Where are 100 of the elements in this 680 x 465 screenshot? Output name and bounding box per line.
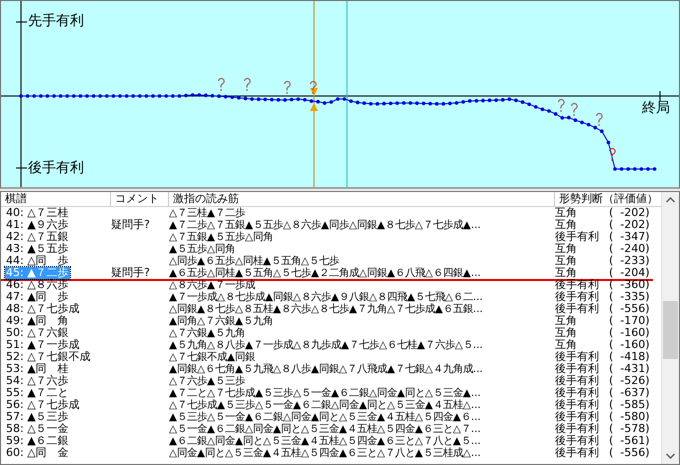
column-header[interactable]: 棋譜 bbox=[1, 192, 111, 207]
move-cell[interactable]: 51: ▲７一歩成 bbox=[5, 338, 81, 351]
variation-cell: △７三桂▲７二歩 bbox=[169, 206, 245, 219]
evaluation-value: ( -580) bbox=[609, 410, 650, 423]
move-cell[interactable]: 52: △７七銀不成 bbox=[5, 350, 92, 363]
variation-cell: △同金▲同と△５三金▲４五桂△５四金▲６三と△７八と▲５三桂成△... bbox=[169, 446, 481, 459]
move-cell[interactable]: 47: ▲同 歩 bbox=[5, 290, 70, 303]
table-row[interactable]: 60: △同 金 △同金▲同と△５三金▲４五桂△５四金▲６三と△７八と▲５三桂成△... 後手有利 ( -556) bbox=[1, 446, 661, 459]
table-row[interactable]: 55: ▲７二と ▲７二と△７七歩成▲５三歩△５一金▲６二銀△同金▲同と△５三金▲... 後手有利 ( -637) bbox=[1, 386, 661, 399]
table-row[interactable]: 57: ▲５三歩 ▲５三歩△５一金▲６二銀△同金▲同と△５三金▲４五桂△５四金▲６... 後手有利 ( -580) bbox=[1, 410, 661, 423]
move-cell[interactable]: 60: △同 金 bbox=[5, 446, 70, 459]
comment-cell: 疑問手? bbox=[111, 218, 150, 231]
table-row[interactable]: 40: △７三桂 △７三桂▲７二歩 互角 ( -202) bbox=[1, 206, 661, 219]
question-mark-icon bbox=[218, 78, 225, 91]
move-cell[interactable]: 41: ▲９六歩 bbox=[5, 218, 70, 231]
judgement-cell-text: 互角 bbox=[555, 338, 577, 351]
move-cell[interactable]: 46: △８六歩 bbox=[5, 278, 70, 291]
evaluation-value: ( -233) bbox=[609, 254, 650, 267]
judgement-cell-text: 後手有利 bbox=[555, 434, 600, 447]
comment-cell: 疑問手? bbox=[111, 266, 150, 279]
evaluation-value: ( -160) bbox=[609, 338, 650, 351]
evaluation-value: ( -418) bbox=[609, 350, 650, 363]
table-row[interactable]: 47: ▲同 歩 ▲７一歩成△８七歩成▲同銀△８六歩▲９八銀△８四飛▲５七飛△６二... 後手有利 ( -335) bbox=[1, 290, 661, 303]
variation-cell: ▲５五歩△同角 bbox=[169, 242, 235, 255]
table-row[interactable]: 53: ▲同 桂 ▲同銀△６七角▲５九飛△８八歩▲同銀△７八飛成▲７七銀△４九角成... 後手有利 ( -431) bbox=[1, 362, 661, 375]
column-header[interactable]: 激指の読み筋 bbox=[169, 192, 555, 207]
question-mark-icon bbox=[558, 98, 565, 112]
table-row[interactable]: 44: △同 歩 △同歩▲６五歩△同桂▲５五角△５七歩 互角 ( -233) bbox=[1, 254, 661, 267]
evaluation-value: ( -202) bbox=[609, 218, 650, 231]
evaluation-value: ( -170) bbox=[609, 314, 650, 327]
evaluation-value: ( -637) bbox=[609, 386, 650, 399]
table-row[interactable]: 41: ▲９六歩 疑問手? ▲７二歩△７五銀▲５五歩△８六歩▲同歩△同銀▲８七歩△７七歩成▲... 互角 ( -202) bbox=[1, 218, 661, 231]
question-mark-icon bbox=[608, 148, 616, 161]
variation-cell: △７七銀不成▲同銀 bbox=[169, 350, 255, 363]
variation-cell: △８六歩▲７一歩成 bbox=[169, 278, 255, 291]
move-cell[interactable]: 49: ▲同 角 bbox=[5, 314, 70, 327]
move-cell[interactable]: 50: △７六銀 bbox=[5, 326, 70, 339]
judgement-cell-text: 互角 bbox=[555, 314, 578, 327]
judgement-cell-text: 後手有利 bbox=[555, 350, 600, 363]
judgement-cell-text: 互角 bbox=[555, 242, 578, 255]
scrollbar[interactable] bbox=[661, 192, 679, 464]
judgement-cell-text: 後手有利 bbox=[555, 410, 600, 423]
move-cell[interactable]: 42: △７五銀 bbox=[5, 230, 70, 243]
judgement-cell-text: 互角 bbox=[555, 254, 578, 267]
axis-label: 後手有利 bbox=[28, 160, 84, 176]
table-row[interactable]: 54: △７六歩 △７六歩▲５三歩 後手有利 ( -526) bbox=[1, 374, 661, 387]
move-cell[interactable]: 43: ▲５五歩 bbox=[5, 242, 70, 255]
evaluation-value: ( -347) bbox=[609, 230, 650, 243]
evaluation-value: ( -526) bbox=[609, 374, 650, 387]
variation-cell: △７七歩成▲５三歩△５一金▲６二銀△同金▲同と△５三金▲４五桂△... bbox=[169, 398, 481, 411]
evaluation-value: ( -202) bbox=[609, 206, 650, 219]
table-row[interactable]: 43: ▲５五歩 ▲５五歩△同角 互角 ( -240) bbox=[1, 242, 661, 255]
table-row[interactable]: 51: ▲７一歩成 ▲５九角△８八歩▲７一歩成△８九歩成▲７七歩△６七桂▲７六歩△５... 互角 ( -160) bbox=[1, 338, 661, 351]
evaluation-value: ( -240) bbox=[609, 242, 650, 255]
table-row[interactable]: 52: △７七銀不成 △７七銀不成▲同銀 後手有利 ( -418) bbox=[1, 350, 661, 363]
judgement-cell-text: 互角 bbox=[555, 206, 578, 219]
variation-cell: △同歩▲６五歩△同桂▲５五角△５七歩 bbox=[169, 254, 339, 267]
evaluation-value: ( -335) bbox=[609, 290, 650, 303]
judgement-cell-text: 互角 bbox=[555, 266, 577, 279]
question-mark-icon bbox=[244, 78, 251, 91]
evaluation-value: ( -556) bbox=[609, 302, 650, 315]
move-cell[interactable]: 40: △７三桂 bbox=[5, 206, 70, 219]
move-cell[interactable]: 59: ▲６二銀 bbox=[5, 434, 70, 447]
scrollbar-thumb[interactable] bbox=[663, 300, 678, 359]
variation-cell: ▲同角△７六銀▲５九角 bbox=[169, 314, 273, 327]
table-row[interactable]: 49: ▲同 角 ▲同角△７六銀▲５九角 互角 ( -170) bbox=[1, 314, 661, 327]
column-header[interactable]: 形勢判断（評価値） bbox=[555, 192, 661, 207]
variation-cell: ▲７二歩△７五銀▲５五歩△８六歩▲同歩△同銀▲８七歩△７七歩成▲... bbox=[169, 218, 481, 231]
move-cell[interactable]: 54: △７六歩 bbox=[5, 374, 70, 387]
variation-cell: ▲５三歩△５一金▲６二銀△同金▲同と△５三金▲４五桂△５四金▲６... bbox=[169, 410, 481, 423]
evaluation-value: ( -160) bbox=[609, 326, 650, 339]
judgement-cell-text: 後手有利 bbox=[555, 362, 600, 375]
table-row[interactable]: 50: △７六銀 △７六銀▲５九角 互角 ( -160) bbox=[1, 326, 661, 339]
position-cursor[interactable] bbox=[310, 1, 318, 187]
evaluation-value: ( -431) bbox=[609, 362, 650, 375]
judgement-cell-text: 後手有利 bbox=[555, 230, 600, 243]
question-mark-icon bbox=[310, 80, 317, 94]
table-row[interactable]: 48: △７七歩成 △同銀▲８七歩△８五桂▲８六歩△８七歩▲７九角△７七歩成▲６五銀... 後手有利 ( -556) bbox=[1, 302, 661, 315]
move-cell[interactable]: 48: △７七歩成 bbox=[5, 302, 81, 315]
move-cell[interactable]: 53: ▲同 桂 bbox=[5, 362, 70, 375]
evaluation-value: ( -204) bbox=[609, 266, 650, 279]
move-cell[interactable]: 56: △７七歩成 bbox=[5, 398, 81, 411]
variation-cell: △同銀▲８七歩△８五桂▲８六歩△８七歩▲７九角△７七歩成▲６五銀... bbox=[169, 302, 483, 315]
table-row[interactable]: 59: ▲６二銀 ▲６二銀△同金▲同と△５三金▲４五桂△５四金▲６三と△７八と▲５... 後手有利 ( -561) bbox=[1, 434, 661, 447]
variation-cell: ▲７二と△７七歩成▲５三歩△５一金▲６二銀△同金▲同と△５三金▲... bbox=[169, 386, 481, 399]
table-row[interactable]: 42: △７五銀 △７五銀▲５五歩△同角 後手有利 ( -347) bbox=[1, 230, 661, 243]
move-cell[interactable]: 44: △同 歩 bbox=[5, 254, 70, 267]
move-cell[interactable]: 58: △５一金 bbox=[5, 422, 70, 435]
evaluation-value: ( -360) bbox=[609, 278, 650, 291]
variation-cell: ▲６五歩△同桂▲５五角△５七歩▲２二角成△同銀▲６八飛△６四銀▲... bbox=[169, 266, 481, 279]
table-row[interactable]: 56: △７七歩成 △７七歩成▲５三歩△５一金▲６二銀△同金▲同と△５三金▲４五桂△... 後手有利 ( -585) bbox=[1, 398, 661, 411]
judgement-cell-text: 後手有利 bbox=[555, 290, 600, 303]
judgement-cell-text: 互角 bbox=[555, 326, 578, 339]
move-cell[interactable]: 55: ▲７二と bbox=[5, 386, 70, 399]
table-row[interactable]: 46: △８六歩 △８六歩▲７一歩成 後手有利 ( -360) bbox=[1, 278, 661, 291]
evaluation-value: ( -585) bbox=[609, 398, 650, 411]
table-row[interactable]: 58: △５一金 △５一金▲６二銀△同金▲同と△５三金▲４五桂△５四金▲６三と△７... 後手有利 ( -578) bbox=[1, 422, 661, 435]
move-cell[interactable]: 57: ▲５三歩 bbox=[5, 410, 70, 423]
column-header[interactable]: コメント bbox=[111, 192, 169, 207]
question-mark-icon bbox=[570, 102, 578, 116]
